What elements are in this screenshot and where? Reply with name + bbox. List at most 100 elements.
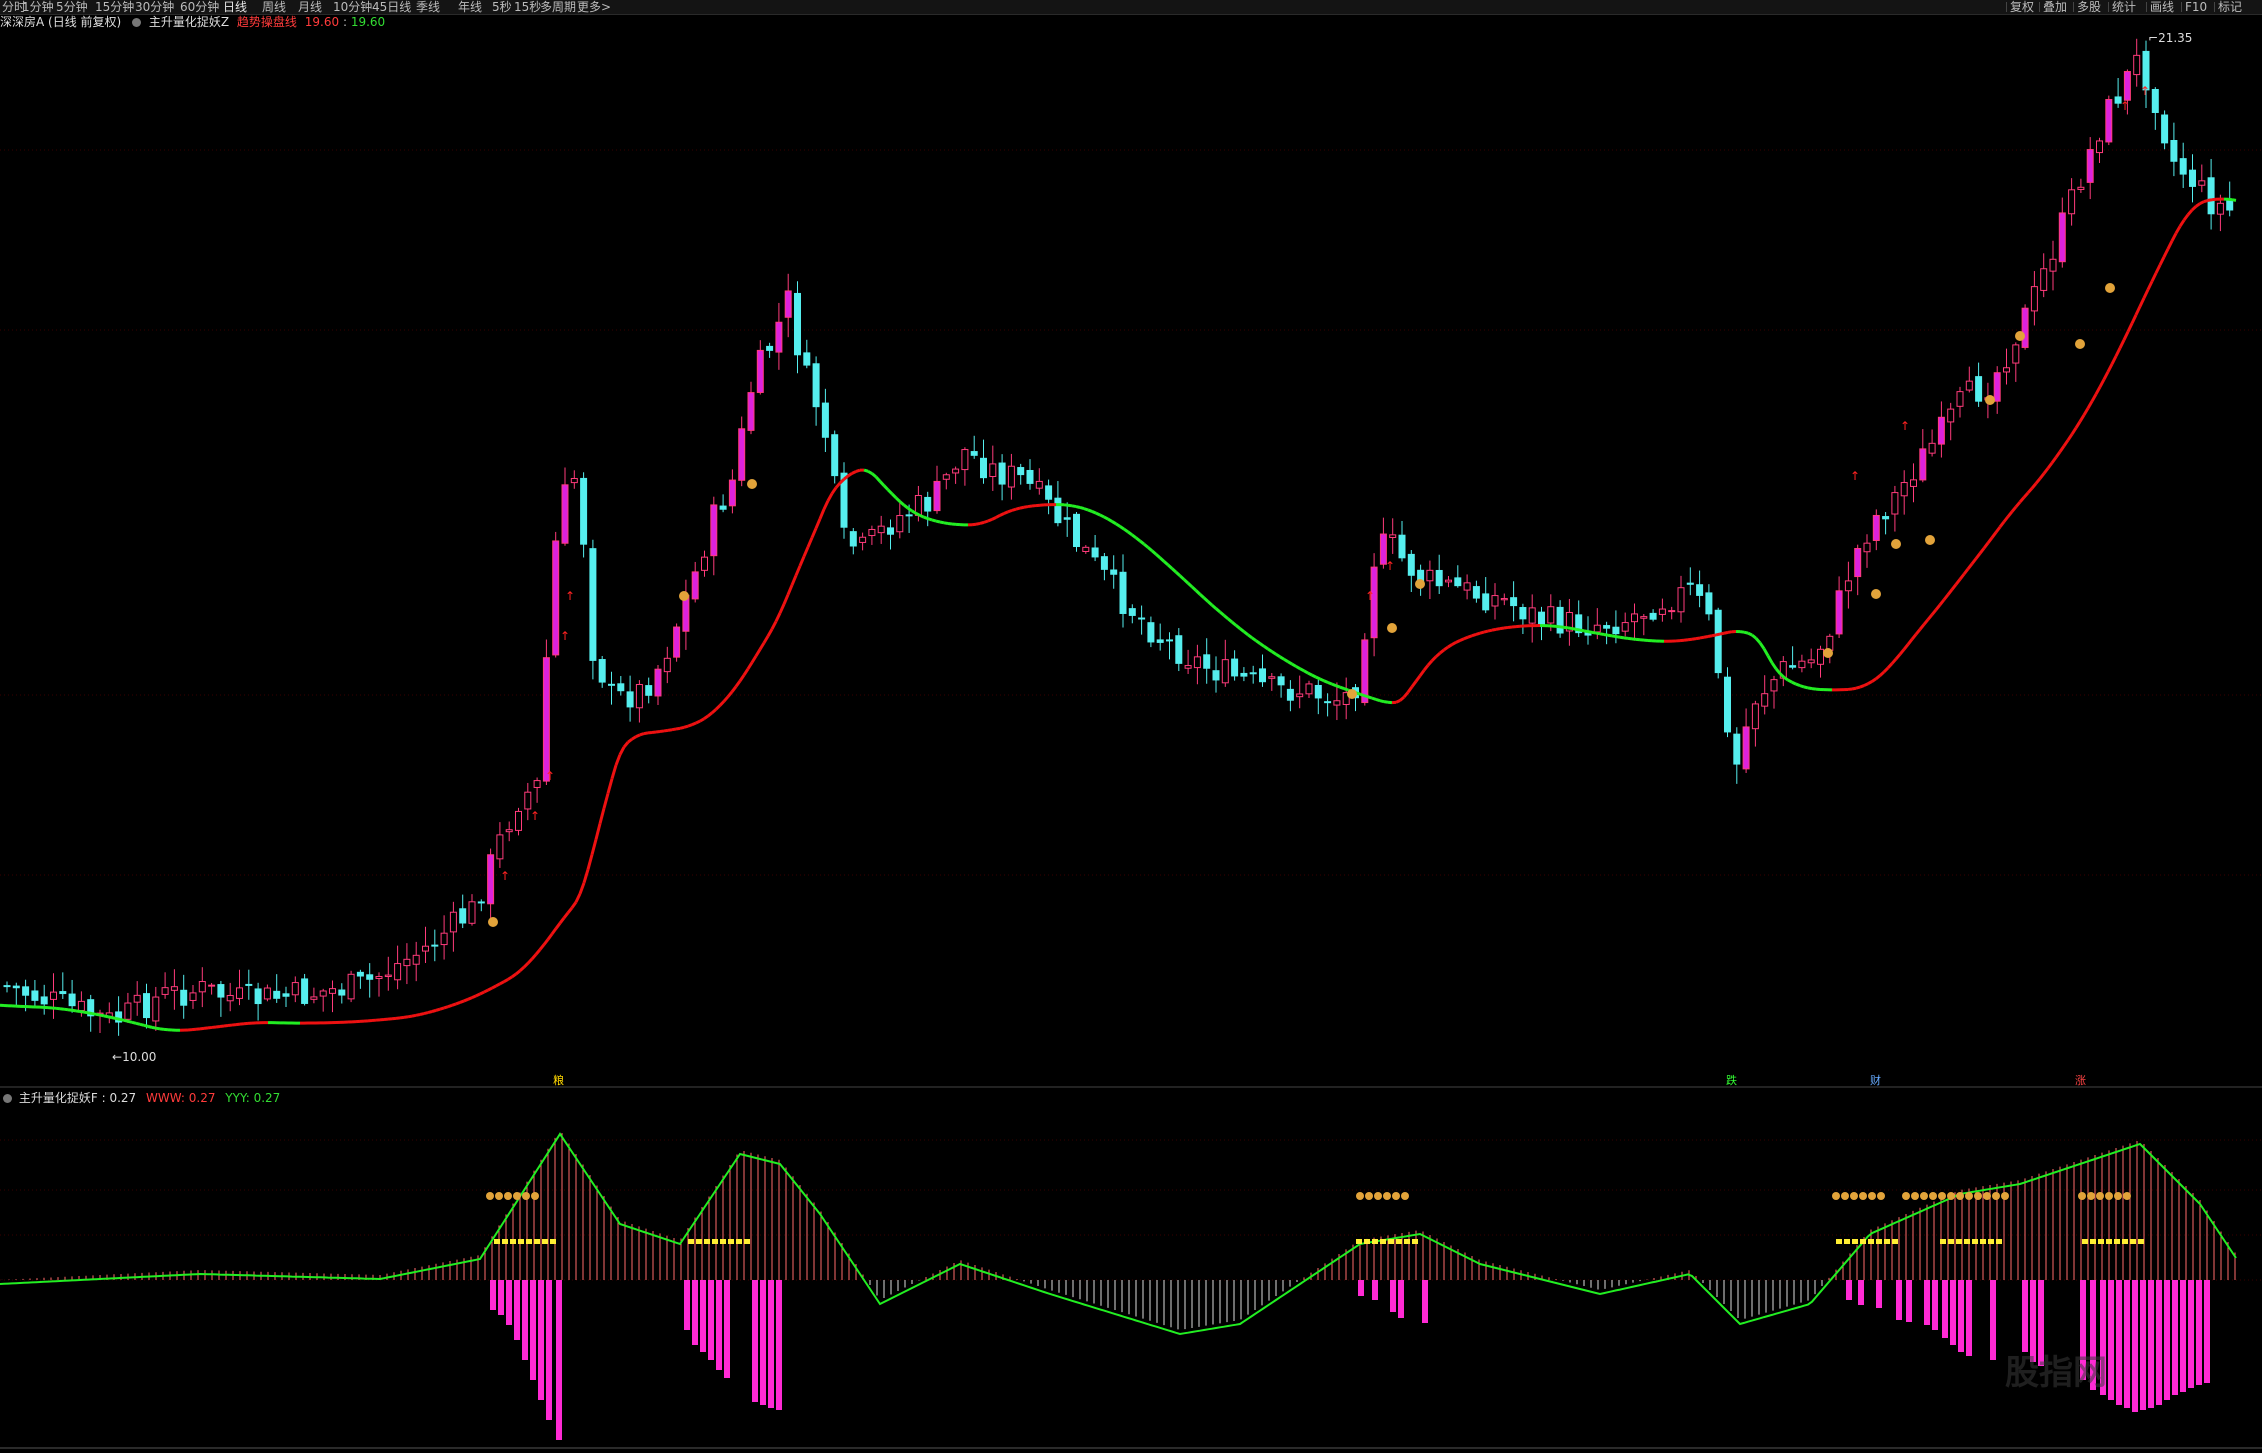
trend-segment: [1591, 630, 1597, 635]
trend-segment: [1998, 520, 2006, 528]
trend-segment: [1882, 666, 1890, 674]
trend-segment: [1715, 632, 1721, 637]
kline-chart[interactable]: ↑ ↑ ↑ ↑ ↑ ↑ ↑ ↑ ↑ ↑ ↑: [0, 0, 2262, 1453]
candle: [310, 987, 318, 1004]
candle: [1268, 673, 1276, 691]
trend-segment: [1766, 655, 1774, 664]
candle: [226, 982, 234, 1012]
magenta-bar: [716, 1280, 722, 1370]
candle: [2105, 95, 2113, 146]
trend-segment: [1878, 670, 1886, 677]
signal-bag-icon: [1859, 1192, 1867, 1200]
trend-segment: [2150, 272, 2158, 283]
trend-segment: [1327, 681, 1333, 686]
trend-segment: [1851, 686, 1857, 691]
candle: [68, 979, 76, 1013]
trend-segment: [1319, 677, 1325, 683]
trend-segment: [2014, 501, 2022, 508]
magenta-bar: [708, 1280, 714, 1360]
magenta-bar: [1858, 1280, 1864, 1305]
trend-segment: [1934, 603, 1942, 611]
candle: [2170, 122, 2178, 177]
trend-segment: [435, 1007, 441, 1012]
signal-bag-icon: [513, 1192, 521, 1200]
trend-segment: [499, 980, 505, 986]
magenta-bar: [1924, 1280, 1930, 1325]
candle: [1203, 638, 1211, 684]
trend-segment: [1335, 684, 1341, 689]
trend-segment: [1239, 627, 1245, 633]
signal-star-icon: [736, 1239, 742, 1244]
money-bag-icon: [488, 917, 498, 927]
trend-segment: [1942, 593, 1950, 601]
candle: [738, 416, 746, 487]
trend-segment: [867, 469, 873, 475]
candle: [1445, 576, 1452, 588]
candle: [1742, 708, 1750, 773]
candle: [663, 646, 671, 684]
signal-star-icon: [550, 1239, 556, 1244]
trend-segment: [1071, 504, 1077, 509]
signal-bag-icon: [1920, 1192, 1928, 1200]
trend-segment: [1075, 505, 1081, 509]
trend-segment: [871, 472, 877, 479]
trend-segment: [1367, 695, 1373, 700]
trend-segment: [79, 1009, 85, 1014]
trend-segment: [1743, 630, 1749, 635]
trend-segment: [475, 992, 481, 998]
trend-segment: [131, 1020, 137, 1025]
trend-segment: [1202, 596, 1210, 603]
trend-segment: [975, 521, 981, 526]
signal-star-icon: [1404, 1239, 1410, 1244]
candle: [952, 466, 960, 484]
trend-segment: [1890, 658, 1898, 665]
trend-segment: [999, 512, 1005, 517]
trend-segment: [550, 927, 558, 935]
magenta-bar: [2132, 1280, 2138, 1412]
trend-segment: [1430, 655, 1438, 662]
candle: [1603, 621, 1611, 645]
magenta-bar: [2164, 1280, 2170, 1400]
candle: [775, 302, 783, 370]
candle: [301, 973, 309, 1006]
trend-segment: [770, 620, 778, 630]
candle: [1919, 429, 1927, 483]
magenta-bar: [2148, 1280, 2154, 1408]
trend-segment: [2034, 477, 2042, 485]
trend-segment: [2054, 450, 2062, 459]
trend-segment: [159, 1027, 165, 1031]
trend-segment: [123, 1018, 129, 1023]
candle: [2068, 178, 2076, 226]
trend-segment: [1859, 684, 1865, 689]
candle: [2096, 137, 2103, 163]
trend-segment: [847, 472, 853, 478]
candle: [635, 680, 643, 723]
candle: [1928, 429, 1936, 457]
trend-segment: [614, 754, 622, 766]
trend-segment: [919, 514, 925, 519]
trend-segment: [714, 704, 722, 711]
magenta-bar: [1990, 1280, 1996, 1360]
trend-segment: [427, 1010, 433, 1015]
magenta-bar: [530, 1280, 536, 1380]
candle: [673, 623, 681, 662]
magenta-bar: [1896, 1280, 1902, 1320]
candle: [2021, 304, 2029, 350]
candle: [1882, 512, 1890, 535]
trend-segment: [570, 901, 578, 909]
trend-segment: [1886, 662, 1894, 669]
candle: [1259, 654, 1266, 687]
candle: [821, 388, 829, 452]
candle: [487, 848, 495, 920]
signal-star-icon: [720, 1239, 726, 1244]
trend-segment: [718, 700, 726, 707]
trend-segment: [1371, 696, 1377, 701]
trend-line: [0, 197, 2237, 1032]
signal-bag-icon: [531, 1192, 539, 1200]
candle: [1686, 567, 1694, 596]
trend-segment: [467, 996, 473, 1001]
magenta-bar: [506, 1280, 512, 1325]
candle: [980, 439, 987, 484]
trend-segment: [863, 468, 869, 473]
trend-segment: [1471, 632, 1477, 638]
